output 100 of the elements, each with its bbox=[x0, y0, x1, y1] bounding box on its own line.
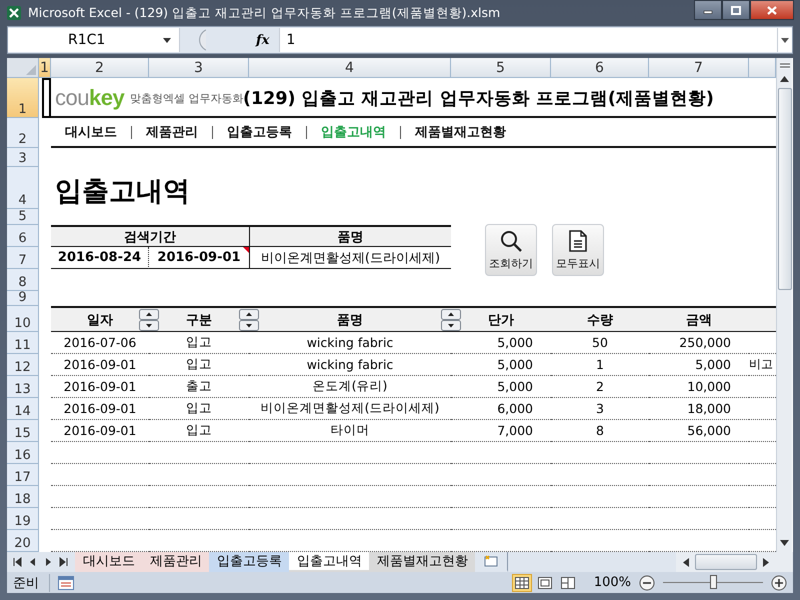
table-cell: 비이온계면활성제(드라이세제) bbox=[249, 398, 451, 420]
formula-field[interactable]: 1 bbox=[279, 28, 777, 52]
sheet-navigation-icon[interactable] bbox=[13, 557, 69, 568]
excel-icon bbox=[6, 5, 22, 22]
comment-marker-icon bbox=[243, 247, 249, 254]
table-cell: 입고 bbox=[149, 420, 249, 442]
minimize-button[interactable] bbox=[694, 0, 722, 20]
table-cell: 250,000 bbox=[649, 332, 749, 354]
scroll-thumb[interactable] bbox=[778, 88, 792, 290]
product-field[interactable]: 비이온계면활성제(드라이세제) bbox=[249, 247, 451, 270]
column-header[interactable]: 4 bbox=[249, 58, 451, 78]
table-cell: 입고 bbox=[149, 354, 249, 376]
column-label: 일자 bbox=[87, 312, 113, 329]
row-header[interactable]: 13 bbox=[7, 376, 39, 398]
table-cell: 7,000 bbox=[451, 420, 551, 442]
page-title: 입출고내역 bbox=[54, 175, 191, 210]
search-icon bbox=[500, 230, 522, 252]
row-header[interactable]: 19 bbox=[7, 508, 39, 530]
active-cell[interactable] bbox=[42, 78, 51, 118]
search-button[interactable]: 조회하기 bbox=[485, 224, 537, 276]
new-sheet-icon bbox=[483, 555, 499, 568]
zoom-out-icon[interactable] bbox=[639, 574, 655, 591]
sheet-tab[interactable]: 입출고등록 bbox=[209, 552, 291, 572]
select-all-icon bbox=[26, 65, 36, 76]
column-header[interactable]: 6 bbox=[551, 58, 649, 78]
column-label: 단가 bbox=[488, 312, 514, 329]
table-cell: 5,000 bbox=[451, 376, 551, 398]
macro-record-icon[interactable] bbox=[58, 576, 74, 590]
insert-function-label[interactable]: fx bbox=[256, 32, 270, 48]
sheet-tab[interactable]: 대시보드 bbox=[75, 552, 144, 572]
name-box-value: R1C1 bbox=[68, 32, 106, 48]
scroll-down-icon[interactable] bbox=[780, 540, 789, 546]
row-header[interactable]: 16 bbox=[7, 442, 39, 464]
sort-spinner[interactable] bbox=[239, 309, 259, 332]
date-field[interactable]: 2016-08-24 bbox=[51, 247, 149, 270]
row-header[interactable]: 11 bbox=[7, 332, 39, 354]
column-header[interactable]: 3 bbox=[149, 58, 249, 78]
table-cell: 5,000 bbox=[451, 354, 551, 376]
row-header[interactable]: 2 bbox=[7, 118, 39, 148]
normal-view-button[interactable] bbox=[512, 574, 532, 592]
sheet-tab[interactable]: 입출고내역 bbox=[289, 552, 371, 572]
split-handle-icon[interactable] bbox=[778, 62, 790, 70]
nav-link[interactable]: 제품관리 bbox=[146, 123, 198, 142]
zoom-slider-thumb[interactable] bbox=[710, 575, 717, 590]
row-header[interactable]: 18 bbox=[7, 486, 39, 508]
zoom-level[interactable]: 100% bbox=[594, 575, 631, 590]
column-header[interactable]: 7 bbox=[649, 58, 749, 78]
program-title: (129) 입출고 재고관리 업무자동화 프로그램(제품별현황) bbox=[243, 88, 715, 110]
scroll-right-icon[interactable] bbox=[763, 558, 770, 567]
sheet-tab[interactable]: 제품관리 bbox=[142, 552, 211, 572]
nav-link[interactable]: 입출고등록 bbox=[227, 123, 292, 142]
zoom-in-icon[interactable] bbox=[771, 574, 787, 591]
row-header[interactable]: 9 bbox=[7, 291, 39, 306]
logo: coukey bbox=[55, 85, 124, 112]
column-header[interactable]: 5 bbox=[451, 58, 551, 78]
row-header[interactable]: 5 bbox=[7, 209, 39, 226]
row-header[interactable]: 20 bbox=[7, 530, 39, 552]
table-cell: 입고 bbox=[149, 398, 249, 420]
row-header[interactable]: 6 bbox=[7, 225, 39, 248]
row-header[interactable]: 10 bbox=[7, 306, 39, 332]
table-cell: 6,000 bbox=[451, 398, 551, 420]
column-header[interactable]: 1 bbox=[39, 58, 51, 78]
maximize-button[interactable] bbox=[722, 0, 750, 20]
row-header[interactable]: 7 bbox=[7, 247, 39, 270]
row-header[interactable]: 14 bbox=[7, 398, 39, 420]
row-header[interactable]: 15 bbox=[7, 420, 39, 442]
row-header[interactable]: 1 bbox=[7, 78, 39, 118]
row-header[interactable]: 3 bbox=[7, 148, 39, 168]
row-header[interactable]: 17 bbox=[7, 464, 39, 486]
scroll-up-icon[interactable] bbox=[780, 76, 789, 82]
table-cell: 8 bbox=[551, 420, 649, 442]
horizontal-scrollbar[interactable] bbox=[676, 552, 793, 572]
insert-sheet-button[interactable] bbox=[475, 552, 508, 572]
date-field[interactable]: 2016-09-01 bbox=[149, 247, 249, 270]
nav-link[interactable]: 제품별재고현황 bbox=[415, 123, 506, 142]
sort-spinner[interactable] bbox=[139, 309, 159, 332]
table-cell: 출고 bbox=[149, 376, 249, 398]
column-label: 수량 bbox=[587, 312, 613, 329]
sheet-tab[interactable]: 제품별재고현황 bbox=[369, 552, 477, 572]
row-header[interactable]: 12 bbox=[7, 354, 39, 376]
table-cell: 타이머 bbox=[249, 420, 451, 442]
scroll-left-icon[interactable] bbox=[682, 558, 689, 567]
scroll-thumb[interactable] bbox=[695, 554, 757, 570]
caret-icon bbox=[781, 38, 789, 43]
close-icon bbox=[767, 6, 777, 14]
show-all-button[interactable]: 모두표시 bbox=[552, 224, 604, 276]
nav-link[interactable]: 대시보드 bbox=[65, 123, 117, 142]
table-cell: 50 bbox=[551, 332, 649, 354]
vertical-scrollbar[interactable] bbox=[776, 58, 792, 552]
dropdown-icon[interactable] bbox=[163, 38, 171, 43]
table-cell: 2016-07-06 bbox=[51, 332, 149, 354]
column-label: 구분 bbox=[186, 312, 212, 329]
table-cell: 2016-09-01 bbox=[51, 354, 149, 376]
column-header[interactable]: 2 bbox=[51, 58, 149, 78]
row-header[interactable]: 8 bbox=[7, 269, 39, 292]
row-header[interactable]: 4 bbox=[7, 167, 39, 210]
name-box[interactable]: R1C1 bbox=[8, 28, 180, 52]
expand-formula-button[interactable] bbox=[777, 28, 792, 52]
sort-spinner[interactable] bbox=[441, 309, 461, 332]
close-button[interactable] bbox=[750, 0, 794, 20]
